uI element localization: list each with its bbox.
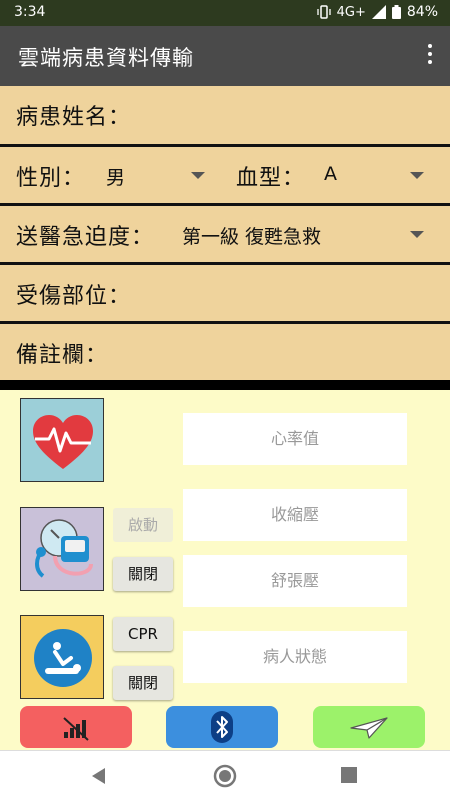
recents-icon[interactable] bbox=[340, 766, 358, 784]
gender-label: 性別： bbox=[16, 166, 86, 191]
battery-icon bbox=[391, 5, 401, 19]
notes-row[interactable]: 備註欄： bbox=[0, 321, 450, 380]
gender-dropdown-icon[interactable] bbox=[191, 172, 205, 179]
no-signal-icon bbox=[63, 717, 89, 741]
home-icon[interactable] bbox=[212, 763, 238, 789]
blood-type-select[interactable]: A bbox=[324, 163, 337, 185]
patient-name-row[interactable]: 病患姓名： bbox=[0, 86, 450, 144]
blood-type-dropdown-icon[interactable] bbox=[410, 172, 424, 179]
close-bp-button[interactable]: 關閉 bbox=[113, 557, 173, 591]
bluetooth-button[interactable] bbox=[166, 706, 278, 748]
no-signal-button[interactable] bbox=[20, 706, 132, 748]
heart-rate-input[interactable]: 心率值 bbox=[183, 413, 407, 465]
patient-status-input[interactable]: 病人狀態 bbox=[183, 631, 407, 683]
patient-name-label: 病患姓名： bbox=[16, 105, 132, 130]
battery-level: 84% bbox=[406, 4, 438, 20]
blood-pressure-icon[interactable] bbox=[20, 507, 104, 591]
close-cpr-button[interactable]: 關閉 bbox=[113, 666, 173, 700]
status-icons: 4G+ 84% bbox=[316, 4, 438, 20]
urgency-label: 送醫急迫度： bbox=[16, 225, 155, 250]
notes-label: 備註欄： bbox=[16, 343, 109, 368]
network-type: 4G+ bbox=[336, 4, 366, 20]
urgency-dropdown-icon[interactable] bbox=[410, 231, 424, 238]
diastolic-input[interactable]: 舒張壓 bbox=[183, 555, 407, 607]
vibrate-icon bbox=[316, 5, 331, 19]
start-button[interactable]: 啟動 bbox=[113, 508, 173, 542]
signal-icon bbox=[371, 5, 386, 19]
app-bar: 雲端病患資料傳輸 bbox=[0, 26, 450, 86]
status-bar: 3:34 4G+ 84% bbox=[0, 0, 450, 26]
gender-blood-row: 性別： 男 血型： A bbox=[0, 144, 450, 203]
status-time: 3:34 bbox=[14, 4, 46, 20]
injury-row[interactable]: 受傷部位： bbox=[0, 262, 450, 321]
system-nav-bar bbox=[0, 750, 450, 800]
app-title: 雲端病患資料傳輸 bbox=[18, 46, 194, 70]
systolic-input[interactable]: 收縮壓 bbox=[183, 489, 407, 541]
blood-type-label: 血型： bbox=[236, 166, 306, 191]
send-icon bbox=[350, 717, 388, 739]
urgency-select[interactable]: 第一級 復甦急救 bbox=[182, 222, 321, 249]
send-button[interactable] bbox=[313, 706, 425, 748]
heart-rate-icon[interactable] bbox=[20, 398, 104, 482]
injury-label: 受傷部位： bbox=[16, 284, 132, 309]
bluetooth-icon bbox=[211, 711, 233, 743]
gender-select[interactable]: 男 bbox=[106, 163, 125, 190]
urgency-row: 送醫急迫度： 第一級 復甦急救 bbox=[0, 203, 450, 262]
overflow-menu-icon[interactable] bbox=[426, 44, 434, 68]
divider bbox=[0, 380, 450, 390]
cpr-icon[interactable] bbox=[20, 615, 104, 699]
back-icon[interactable] bbox=[88, 765, 110, 787]
cpr-button[interactable]: CPR bbox=[113, 617, 173, 651]
